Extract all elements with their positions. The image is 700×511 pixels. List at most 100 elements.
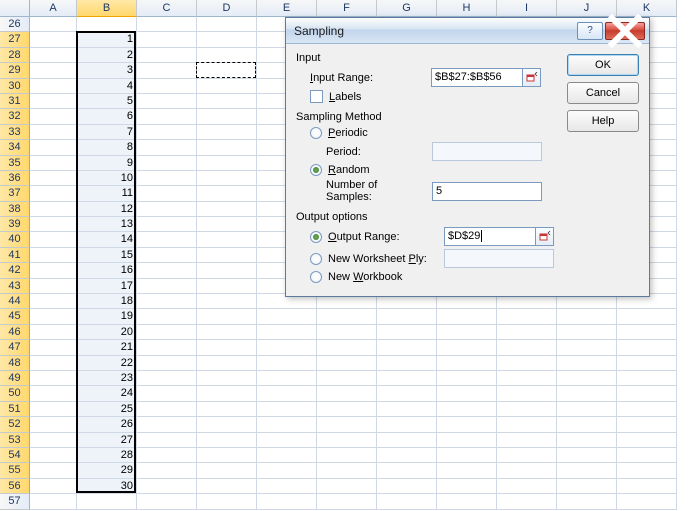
cell[interactable] [317, 386, 377, 401]
cell[interactable] [557, 417, 617, 432]
cell[interactable] [617, 325, 677, 340]
cell[interactable] [137, 140, 197, 155]
cell[interactable]: 17 [77, 279, 137, 294]
col-header-B[interactable]: B [77, 0, 137, 17]
cell[interactable] [197, 294, 257, 309]
cell[interactable] [557, 448, 617, 463]
cell[interactable] [437, 463, 497, 478]
cell[interactable] [137, 386, 197, 401]
cell[interactable]: 30 [77, 479, 137, 494]
cell[interactable] [377, 386, 437, 401]
cell[interactable] [30, 248, 77, 263]
cell[interactable] [317, 463, 377, 478]
cell[interactable] [197, 356, 257, 371]
row-header[interactable]: 30 [0, 79, 30, 94]
cell[interactable] [137, 494, 197, 509]
cell[interactable] [137, 17, 197, 32]
cell[interactable] [30, 463, 77, 478]
cell[interactable] [437, 479, 497, 494]
cell[interactable] [197, 433, 257, 448]
cell[interactable] [377, 417, 437, 432]
cell[interactable]: 9 [77, 156, 137, 171]
cell[interactable] [30, 448, 77, 463]
cell[interactable] [30, 79, 77, 94]
row-header[interactable]: 35 [0, 156, 30, 171]
cell[interactable]: 15 [77, 248, 137, 263]
cell[interactable] [137, 63, 197, 78]
cell[interactable] [137, 171, 197, 186]
cell[interactable]: 18 [77, 294, 137, 309]
row-header[interactable]: 39 [0, 217, 30, 232]
help-button[interactable]: Help [567, 110, 639, 132]
cell[interactable] [617, 463, 677, 478]
cell[interactable] [497, 448, 557, 463]
cell[interactable] [30, 279, 77, 294]
cell[interactable] [617, 402, 677, 417]
row-header[interactable]: 54 [0, 448, 30, 463]
cell[interactable] [557, 494, 617, 509]
row-header[interactable]: 46 [0, 325, 30, 340]
cell[interactable] [137, 463, 197, 478]
cell[interactable] [377, 463, 437, 478]
cell[interactable]: 24 [77, 386, 137, 401]
col-header-D[interactable]: D [197, 0, 257, 17]
cell[interactable] [317, 309, 377, 324]
cell[interactable] [197, 94, 257, 109]
cell[interactable] [617, 356, 677, 371]
cell[interactable] [257, 309, 317, 324]
cell[interactable] [197, 340, 257, 355]
cell[interactable] [437, 386, 497, 401]
row-header[interactable]: 27 [0, 32, 30, 47]
cell[interactable] [30, 479, 77, 494]
cell[interactable] [197, 463, 257, 478]
cell[interactable] [437, 325, 497, 340]
cell[interactable] [137, 125, 197, 140]
cell[interactable] [197, 186, 257, 201]
cell[interactable]: 28 [77, 448, 137, 463]
cell[interactable] [557, 386, 617, 401]
cell[interactable] [557, 325, 617, 340]
cell[interactable] [30, 263, 77, 278]
cell[interactable] [137, 402, 197, 417]
col-header-G[interactable]: G [377, 0, 437, 17]
cell[interactable] [437, 402, 497, 417]
cell[interactable] [137, 433, 197, 448]
cell[interactable] [557, 340, 617, 355]
cell[interactable] [137, 356, 197, 371]
cell[interactable] [197, 63, 257, 78]
cell[interactable] [137, 94, 197, 109]
cell[interactable] [377, 325, 437, 340]
cell[interactable] [497, 402, 557, 417]
cell[interactable] [197, 279, 257, 294]
cell[interactable] [617, 340, 677, 355]
cell[interactable] [30, 232, 77, 247]
cancel-button[interactable]: Cancel [567, 82, 639, 104]
cell[interactable] [557, 463, 617, 478]
cell[interactable] [137, 248, 197, 263]
cell[interactable] [30, 32, 77, 47]
cell[interactable]: 5 [77, 94, 137, 109]
new-workbook-radio[interactable]: New Workbook [310, 271, 557, 283]
input-range-field[interactable]: $B$27:$B$56 [431, 68, 523, 87]
cell[interactable] [617, 371, 677, 386]
cell[interactable] [617, 417, 677, 432]
cell[interactable] [437, 356, 497, 371]
cell[interactable] [257, 402, 317, 417]
cell[interactable] [377, 309, 437, 324]
cell[interactable] [30, 63, 77, 78]
row-header[interactable]: 33 [0, 125, 30, 140]
cell[interactable] [30, 494, 77, 509]
cell[interactable] [257, 494, 317, 509]
cell[interactable] [377, 340, 437, 355]
output-range-ref-button[interactable] [536, 227, 554, 246]
cell[interactable] [30, 171, 77, 186]
cell[interactable] [137, 448, 197, 463]
cell[interactable] [137, 309, 197, 324]
cell[interactable] [317, 371, 377, 386]
cell[interactable] [557, 371, 617, 386]
cell[interactable] [377, 448, 437, 463]
cell[interactable]: 23 [77, 371, 137, 386]
output-range-field[interactable]: $D$29 [444, 227, 536, 246]
row-header[interactable]: 40 [0, 232, 30, 247]
cell[interactable] [30, 186, 77, 201]
